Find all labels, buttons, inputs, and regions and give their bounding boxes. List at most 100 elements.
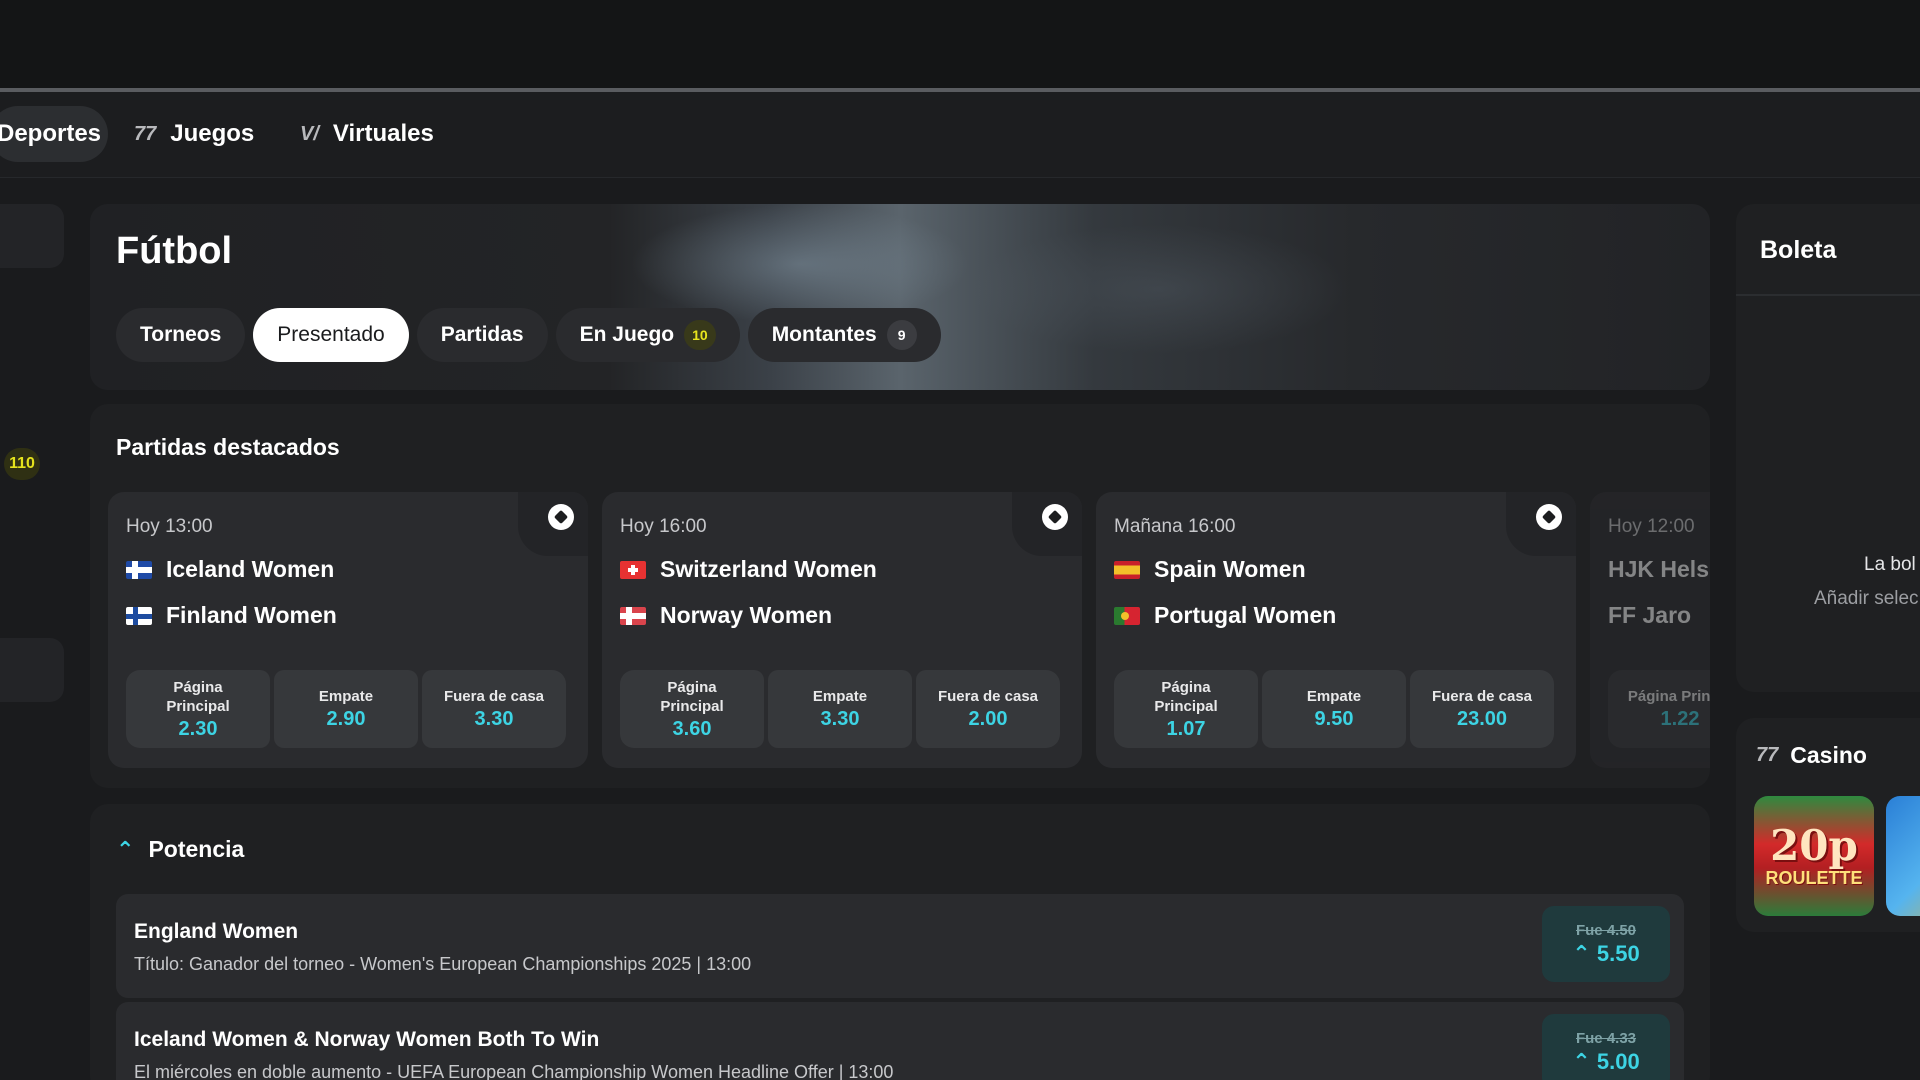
previous-odds: Fue 4.50: [1575, 921, 1637, 939]
tab-partidas[interactable]: Partidas: [416, 308, 548, 362]
odds-button-away[interactable]: Fuera de casa 3.30: [422, 670, 566, 748]
odds-button-home[interactable]: Página Princip 1.22: [1608, 670, 1710, 748]
team-name: Spain Women: [1154, 556, 1306, 582]
page-title: Fútbol: [116, 230, 233, 272]
finland-flag-icon: [126, 606, 152, 625]
odds-value: 1.22: [1660, 708, 1700, 730]
boost-arrows-icon: ⌃: [1572, 940, 1591, 966]
sidebar-item[interactable]: [0, 204, 64, 268]
bet-slip-empty-hint: Añadir selec: [1814, 588, 1919, 609]
bet-slip: Boleta La bol Añadir selec: [1736, 204, 1920, 692]
sport-hero-banner: Fútbol Torneos Presentado Partidas En Ju…: [90, 204, 1710, 390]
switzerland-flag-icon: [620, 560, 646, 579]
odds-label: Fuera de casa: [443, 688, 545, 705]
odds-button-draw[interactable]: Empate 2.90: [274, 670, 418, 748]
odds-label: Página Principal: [660, 678, 724, 715]
section-title: Casino: [1790, 742, 1867, 768]
previous-odds: Fue 4.33: [1575, 1029, 1637, 1047]
home-team: Switzerland Women: [620, 556, 877, 583]
odds-button-home[interactable]: Página Principal 2.30: [126, 670, 270, 748]
odds-value: 2.30: [178, 717, 218, 740]
games-icon: 77: [134, 122, 157, 145]
section-title: Partidas destacados: [116, 434, 340, 460]
sidebar-item[interactable]: [0, 638, 64, 702]
odds-label: Empate: [318, 688, 374, 705]
tab-label: Partidas: [440, 323, 524, 346]
tab-label: Presentado: [277, 323, 385, 346]
tab-label: Montantes: [771, 323, 877, 346]
nav-item-juegos[interactable]: 77 Juegos: [134, 106, 254, 162]
odds-button-draw[interactable]: Empate 3.30: [768, 670, 912, 748]
tab-montantes[interactable]: Montantes 9: [747, 308, 941, 362]
tab-torneos[interactable]: Torneos: [116, 308, 246, 362]
boosted-bet-row[interactable]: Iceland Women & Norway Women Both To Win…: [116, 1002, 1684, 1080]
odds-value: 2.90: [326, 708, 366, 730]
home-team: Spain Women: [1114, 556, 1306, 583]
tab-en-juego[interactable]: En Juego 10: [555, 308, 740, 362]
away-team: Finland Women: [126, 602, 337, 629]
soccer-ball-icon: [1536, 504, 1562, 530]
match-time: Mañana 16:00: [1114, 516, 1236, 537]
match-card[interactable]: Mañana 16:00 Spain Women Portugal Women …: [1096, 492, 1576, 768]
bet-subtitle: El miércoles en doble aumento - UEFA Eur…: [134, 1062, 894, 1080]
portugal-flag-icon: [1114, 606, 1140, 625]
match-card[interactable]: Hoy 16:00 Switzerland Women Norway Women…: [602, 492, 1082, 768]
nav-item-virtuales[interactable]: V/ Virtuales: [300, 106, 434, 162]
section-title: Potencia: [148, 836, 245, 862]
iceland-flag-icon: [126, 560, 152, 579]
odds-label: Empate: [812, 688, 868, 705]
tab-presentado[interactable]: Presentado: [253, 308, 409, 362]
boosted-odds-button[interactable]: Fue 4.50 ⌃ 5.50: [1542, 906, 1670, 982]
game-logo-text: 20p: [1770, 820, 1858, 870]
nav-item-label: Juegos: [170, 120, 255, 147]
hero-background-image: [630, 204, 970, 324]
match-card[interactable]: Hoy 13:00 Iceland Women Finland Women Pá…: [108, 492, 588, 768]
home-team: HJK Hels: [1608, 556, 1709, 583]
team-name: Switzerland Women: [660, 556, 877, 582]
game-tile[interactable]: [1886, 796, 1920, 916]
norway-flag-icon: [620, 606, 646, 625]
team-name: Finland Women: [166, 602, 337, 628]
section-header: 77 Casino: [1756, 742, 1867, 769]
away-team: Portugal Women: [1114, 602, 1336, 629]
odds-label: Fuera de casa: [1431, 688, 1533, 705]
odds-value: 2.00: [968, 708, 1008, 730]
top-header: [0, 0, 1920, 92]
odds-group: Página Principal 1.07 Empate 9.50 Fuera de…: [1114, 670, 1554, 748]
team-name: FF Jaro: [1608, 602, 1692, 628]
casino-widget: 77 Casino 20p ROULETTE: [1736, 718, 1920, 932]
odds-value: 3.30: [474, 708, 514, 730]
odds-button-home[interactable]: Página Principal 3.60: [620, 670, 764, 748]
odds-button-away[interactable]: Fuera de casa 2.00: [916, 670, 1060, 748]
hero-background-image: [970, 224, 1350, 354]
boosted-odds-number: 5.50: [1596, 940, 1640, 966]
boosted-odds-button[interactable]: Fue 4.33 ⌃ 5.00: [1542, 1014, 1670, 1080]
live-count-badge: 110: [4, 448, 40, 480]
odds-button-draw[interactable]: Empate 9.50: [1262, 670, 1406, 748]
boost-arrows-icon: ⌃: [1572, 1048, 1591, 1074]
bet-title: Iceland Women & Norway Women Both To Win: [134, 1028, 600, 1051]
odds-button-away[interactable]: Fuera de casa 23.00: [1410, 670, 1554, 748]
match-time: Hoy 12:00: [1608, 516, 1695, 537]
main-nav: Deportes 77 Juegos V/ Virtuales: [0, 92, 1920, 178]
boosted-bet-row[interactable]: England Women Título: Ganador del torneo…: [116, 894, 1684, 998]
count-badge: 9: [886, 320, 917, 350]
odds-button-home[interactable]: Página Principal 1.07: [1114, 670, 1258, 748]
section-header: ⌃ Potencia: [116, 836, 244, 863]
bet-title: England Women: [134, 920, 299, 943]
match-time: Hoy 16:00: [620, 516, 707, 537]
odds-value: 3.60: [672, 717, 712, 740]
nav-item-deportes[interactable]: Deportes: [0, 106, 108, 162]
game-tile[interactable]: 20p ROULETTE: [1754, 796, 1874, 916]
odds-value: 9.50: [1314, 708, 1354, 730]
match-card[interactable]: Hoy 12:00 HJK Hels FF Jaro Página Princi…: [1590, 492, 1710, 768]
team-name: Norway Women: [660, 602, 833, 628]
soccer-ball-icon: [548, 504, 574, 530]
odds-label: Página Principal: [1154, 678, 1218, 715]
nav-item-label: Deportes: [0, 120, 102, 147]
team-name: Iceland Women: [166, 556, 335, 582]
live-count-badge: 10: [684, 320, 716, 350]
odds-label: Página Princip: [1627, 688, 1710, 705]
boosted-odds-value: ⌃ 5.00: [1572, 1049, 1639, 1075]
bet-slip-title: Boleta: [1760, 236, 1837, 264]
